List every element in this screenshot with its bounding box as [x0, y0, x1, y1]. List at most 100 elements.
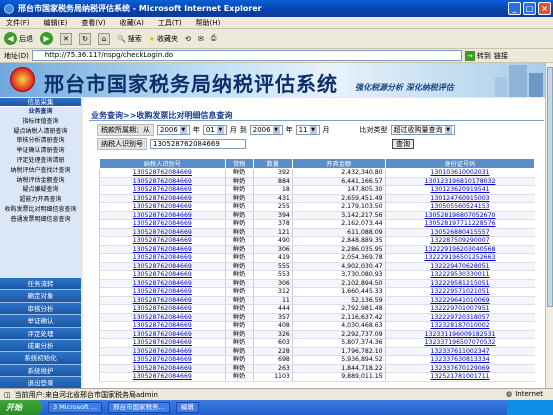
taxpayer-id-link[interactable]: 130528762084669	[99, 304, 226, 314]
taskbar-item[interactable]: 3 Microsoft ...	[48, 402, 103, 413]
taxpayer-id-link[interactable]: 130528762084669	[99, 347, 226, 356]
favorites-button[interactable]: ★ 收藏夹	[149, 34, 178, 44]
taxpayer-id-link[interactable]: 130528762084669	[99, 228, 226, 237]
taxpayer-id-link[interactable]: 130528762084669	[99, 321, 226, 331]
sidebar-header[interactable]: 信息采集	[0, 98, 81, 107]
id-card-link[interactable]: 132229571021051	[384, 287, 535, 297]
id-card-link[interactable]: 132229196501252663	[384, 253, 535, 263]
taxpayer-id-link[interactable]: 130528762084669	[99, 313, 226, 322]
id-card-link[interactable]: 132287509290007	[384, 236, 535, 246]
menu-item[interactable]: 收藏(A)	[120, 18, 144, 28]
id-card-link[interactable]: 132337196507070532	[384, 338, 535, 348]
id-card-link[interactable]: 132229530330011	[384, 270, 535, 280]
scrollbar-thumb[interactable]	[547, 67, 553, 307]
search-button[interactable]: 🔍 搜索	[117, 34, 142, 44]
id-card-link[interactable]: 130528197711228576	[384, 219, 535, 229]
taxpayer-id-link[interactable]: 130528762084669	[99, 202, 226, 212]
id-card-link[interactable]: 132337611002347	[384, 347, 535, 356]
sidebar-section[interactable]: 审核分析	[0, 302, 81, 316]
taxpayer-id-link[interactable]: 130528762084669	[99, 236, 226, 246]
maximize-button[interactable]: □	[523, 2, 536, 15]
taxpayer-id-link[interactable]: 130528762084669	[99, 296, 226, 305]
sidebar-item[interactable]: 审核分析清册查询	[0, 136, 81, 146]
sidebar-section[interactable]: 成果分析	[0, 339, 81, 353]
close-button[interactable]: ×	[538, 2, 551, 15]
taxpayer-id-link[interactable]: 130528762084669	[99, 287, 226, 297]
sidebar-item[interactable]: 疑点纳税人清册查询	[0, 127, 81, 137]
taxpayer-id-link[interactable]: 130528762084669	[99, 262, 226, 271]
links-button[interactable]: 链接	[494, 51, 508, 61]
id-card-link[interactable]: 132229701007951	[384, 304, 535, 314]
end-year-select[interactable]: 2006 ▼	[249, 125, 283, 135]
sidebar-item[interactable]: 超能力开具查询	[0, 195, 81, 205]
sidebar-item[interactable]: 收购发票比对明细信息查询	[0, 205, 81, 215]
taxpayer-id-link[interactable]: 130528762084669	[99, 177, 226, 186]
id-card-link[interactable]: 132331196009182531	[384, 330, 535, 339]
taxpayer-id-link[interactable]: 130528762084669	[99, 194, 226, 203]
menu-item[interactable]: 查看(V)	[81, 18, 105, 28]
menu-item[interactable]: 帮助(H)	[196, 18, 221, 28]
sidebar-item[interactable]: 指标体值查询	[0, 117, 81, 127]
id-card-link[interactable]: 132229196203040568	[384, 245, 535, 254]
start-button[interactable]: 开始	[0, 400, 42, 415]
query-button[interactable]: 查询	[392, 139, 414, 149]
id-card-link[interactable]: 130123620919541	[384, 185, 535, 195]
taxpayer-id-input[interactable]: 130528762084669	[150, 139, 246, 149]
menu-item[interactable]: 文件(F)	[6, 18, 30, 28]
sidebar-item[interactable]: 普通发票明细信息查询	[0, 215, 81, 225]
taxpayer-id-link[interactable]: 130528762084669	[99, 245, 226, 254]
id-card-link[interactable]: 130526880415557	[384, 228, 535, 237]
sidebar-item[interactable]: 纳税评估金额查询	[0, 176, 81, 186]
minimize-button[interactable]: _	[508, 2, 521, 15]
address-input[interactable]: http://75.36.11?/nspg/checkLogin.do	[31, 50, 462, 61]
taxpayer-id-link[interactable]: 130528762084669	[99, 330, 226, 339]
back-button[interactable]: ◀ 后退	[4, 32, 33, 45]
sidebar-section[interactable]: 确定对象	[0, 290, 81, 303]
taxpayer-id-link[interactable]: 130528762084669	[99, 355, 226, 365]
menu-item[interactable]: 工具(T)	[158, 18, 182, 28]
start-year-select[interactable]: 2006 ▼	[157, 125, 190, 135]
menu-item[interactable]: 编辑(E)	[44, 18, 68, 28]
id-card-link[interactable]: 132328187010002	[384, 321, 535, 331]
start-month-select[interactable]: 01 ▼	[202, 125, 227, 135]
id-card-link[interactable]: 130124760915003	[384, 194, 535, 203]
taxpayer-id-link[interactable]: 130528762084669	[99, 211, 226, 220]
home-button[interactable]: ⌂	[98, 32, 110, 45]
id-card-link[interactable]: 132229641010069	[384, 296, 535, 305]
id-card-link[interactable]: 132337670129069	[384, 364, 535, 373]
sidebar-section[interactable]: 系统维护	[0, 364, 81, 378]
taskbar-item[interactable]: 编辑	[175, 402, 199, 413]
id-card-link[interactable]: 132229470628051	[384, 262, 535, 271]
compare-type-select[interactable]: 超过收购量查询 ▼	[390, 125, 455, 135]
taxpayer-id-link[interactable]: 130528762084669	[99, 253, 226, 263]
taxpayer-id-link[interactable]: 130528762084669	[99, 168, 226, 178]
stop-button[interactable]: ✕	[60, 32, 72, 45]
vertical-scrollbar[interactable]	[545, 63, 553, 389]
id-card-link[interactable]: 132521781001711	[384, 372, 535, 382]
taxpayer-id-link[interactable]: 130528762084669	[99, 279, 226, 288]
sidebar-section[interactable]: 任务流转	[0, 278, 81, 291]
id-card-link[interactable]: 130528196807052670	[384, 211, 535, 220]
id-card-link[interactable]: 130103610002031	[384, 168, 535, 178]
sidebar-item[interactable]: 纳税评估户查找计查询	[0, 166, 81, 176]
taxpayer-id-link[interactable]: 130528762084669	[99, 338, 226, 348]
history-button[interactable]: ⟲	[185, 35, 191, 43]
end-month-select[interactable]: 11 ▼	[295, 125, 320, 135]
id-card-link[interactable]: 132229720318057	[384, 313, 535, 322]
taxpayer-id-link[interactable]: 130528762084669	[99, 364, 226, 373]
id-card-link[interactable]: 132337630813334	[384, 355, 535, 365]
id-card-link[interactable]: 130123196810178032	[384, 177, 535, 186]
sidebar-section[interactable]: 举证确认	[0, 315, 81, 328]
sidebar-section[interactable]: 评定处理	[0, 327, 81, 340]
refresh-button[interactable]: ↻	[79, 32, 91, 45]
taxpayer-id-link[interactable]: 130528762084669	[99, 219, 226, 229]
taskbar-item[interactable]: 邢台市国家税务...	[108, 402, 170, 413]
go-button[interactable]: → 转到	[464, 50, 491, 61]
sidebar-item[interactable]: 评定处理查询清册	[0, 156, 81, 166]
sidebar-section[interactable]: 系统初始化	[0, 352, 81, 365]
id-card-link[interactable]: 132229581215051	[384, 279, 535, 288]
taxpayer-id-link[interactable]: 130528762084669	[99, 372, 226, 382]
id-card-link[interactable]: 130505560524153	[384, 202, 535, 212]
taxpayer-id-link[interactable]: 130528762084669	[99, 270, 226, 280]
sidebar-item[interactable]: 疑点嫌疑查询	[0, 185, 81, 195]
